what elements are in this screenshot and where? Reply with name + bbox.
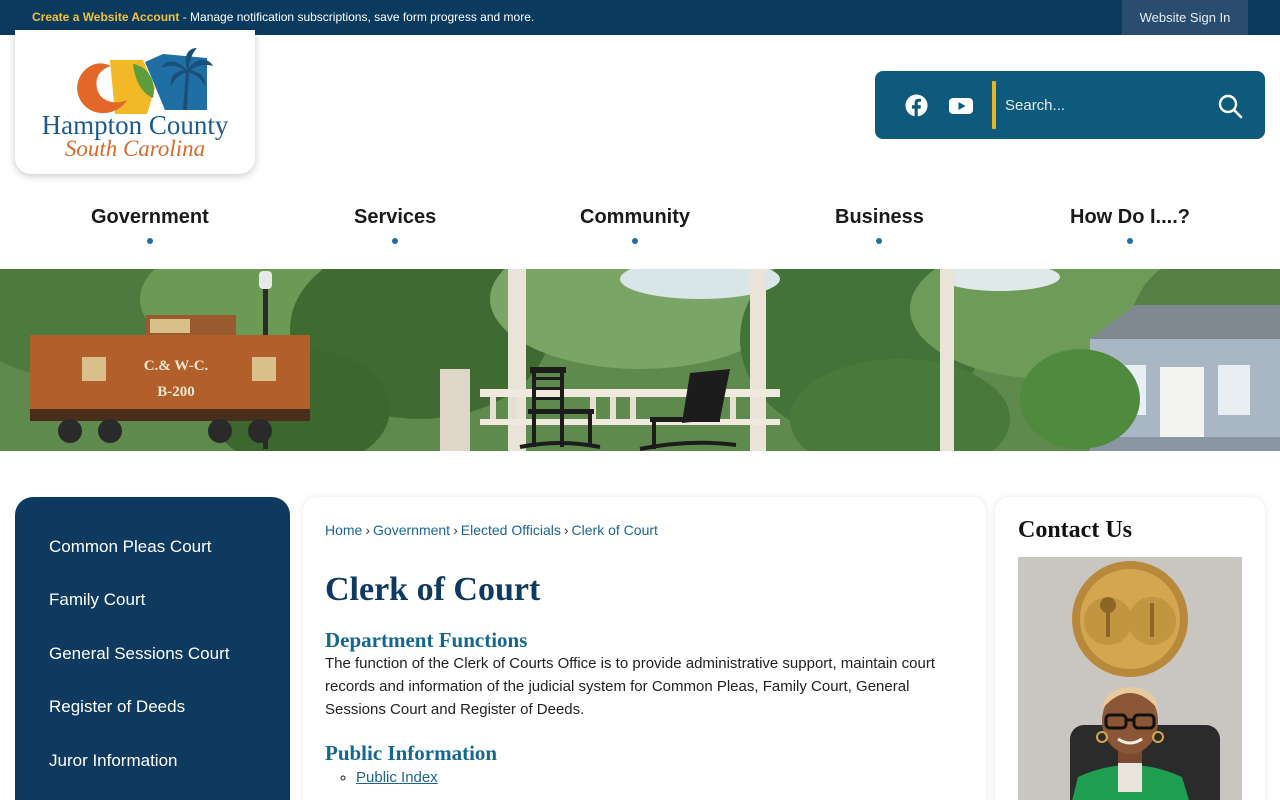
create-account-link[interactable]: Create a Website Account xyxy=(32,10,179,24)
nav-dot xyxy=(632,238,638,244)
account-message: Create a Website Account - Manage notifi… xyxy=(32,10,534,24)
nav-label: Services xyxy=(354,206,437,228)
nav-government[interactable]: Government xyxy=(91,206,209,244)
search-input[interactable] xyxy=(1005,89,1205,121)
caboose-label-2: B-200 xyxy=(157,384,195,400)
youtube-icon[interactable] xyxy=(949,96,973,116)
breadcrumb-separator: › xyxy=(453,522,458,538)
search-panel xyxy=(875,71,1265,139)
nav-label: How Do I....? xyxy=(1070,206,1190,228)
nav-services[interactable]: Services xyxy=(354,206,437,244)
nav-dot xyxy=(1127,238,1133,244)
nav-community[interactable]: Community xyxy=(580,206,690,244)
public-information-heading: Public Information xyxy=(325,741,498,765)
main-navigation: Government Services Community Business H… xyxy=(0,196,1280,252)
breadcrumb-clerk-of-court[interactable]: Clerk of Court xyxy=(572,522,658,538)
contact-panel: Contact Us xyxy=(995,497,1265,800)
caboose-label-1: C.& W-C. xyxy=(144,358,209,374)
logo-subtitle: South Carolina xyxy=(64,136,206,161)
nav-label: Community xyxy=(580,206,690,228)
sidebar-item-register-of-deeds[interactable]: Register of Deeds xyxy=(49,697,185,717)
department-functions-heading: Department Functions xyxy=(325,628,528,652)
breadcrumb-separator: › xyxy=(365,522,371,538)
main-content: Home › Government › Elected Officials › Clerk … xyxy=(303,497,986,800)
search-divider xyxy=(992,81,996,129)
sidebar-item-common-pleas-court[interactable]: Common Pleas Court xyxy=(49,537,212,557)
nav-dot xyxy=(392,238,399,244)
breadcrumb-separator: › xyxy=(563,522,569,538)
account-message-text: - Manage notification subscriptions, sav… xyxy=(179,10,535,24)
nav-label: Business xyxy=(835,206,924,228)
breadcrumb-home[interactable]: Home xyxy=(325,522,362,538)
clerk-photo xyxy=(1018,557,1242,800)
site-logo[interactable]: Hampton County South Carolina xyxy=(15,30,255,174)
nav-label: Government xyxy=(91,206,209,228)
sidebar-item-general-sessions-court[interactable]: General Sessions Court xyxy=(49,644,229,664)
sidebar-item-juror-information[interactable]: Juror Information xyxy=(49,751,178,771)
sidebar-item-family-court[interactable]: Family Court xyxy=(49,590,145,610)
nav-dot xyxy=(876,238,883,244)
website-sign-in-button[interactable]: Website Sign In xyxy=(1122,0,1248,35)
search-icon[interactable] xyxy=(1215,91,1245,121)
list-item: Public Index xyxy=(356,766,438,789)
department-functions-text: The function of the Clerk of Courts Offi… xyxy=(325,655,936,718)
page-title: Clerk of Court xyxy=(325,571,541,608)
public-information-list: Public Index xyxy=(338,766,438,789)
facebook-icon[interactable] xyxy=(905,94,928,117)
breadcrumb-government[interactable]: Government xyxy=(373,522,450,538)
public-index-link[interactable]: Public Index xyxy=(356,769,438,786)
nav-how-do-i[interactable]: How Do I....? xyxy=(1070,206,1190,244)
breadcrumb-elected-officials[interactable]: Elected Officials xyxy=(461,522,561,538)
contact-title: Contact Us xyxy=(1018,517,1132,543)
nav-dot xyxy=(146,238,153,244)
hero-banner: C.& W-C. B-200 xyxy=(0,269,1280,451)
clerk-portrait-image xyxy=(1018,557,1242,800)
banner-image: C.& W-C. B-200 xyxy=(0,269,1280,451)
sidebar-navigation: Common Pleas Court Family Court General … xyxy=(15,497,290,800)
breadcrumb: Home › Government › Elected Officials › Clerk … xyxy=(325,522,658,538)
nav-business[interactable]: Business xyxy=(835,206,924,244)
